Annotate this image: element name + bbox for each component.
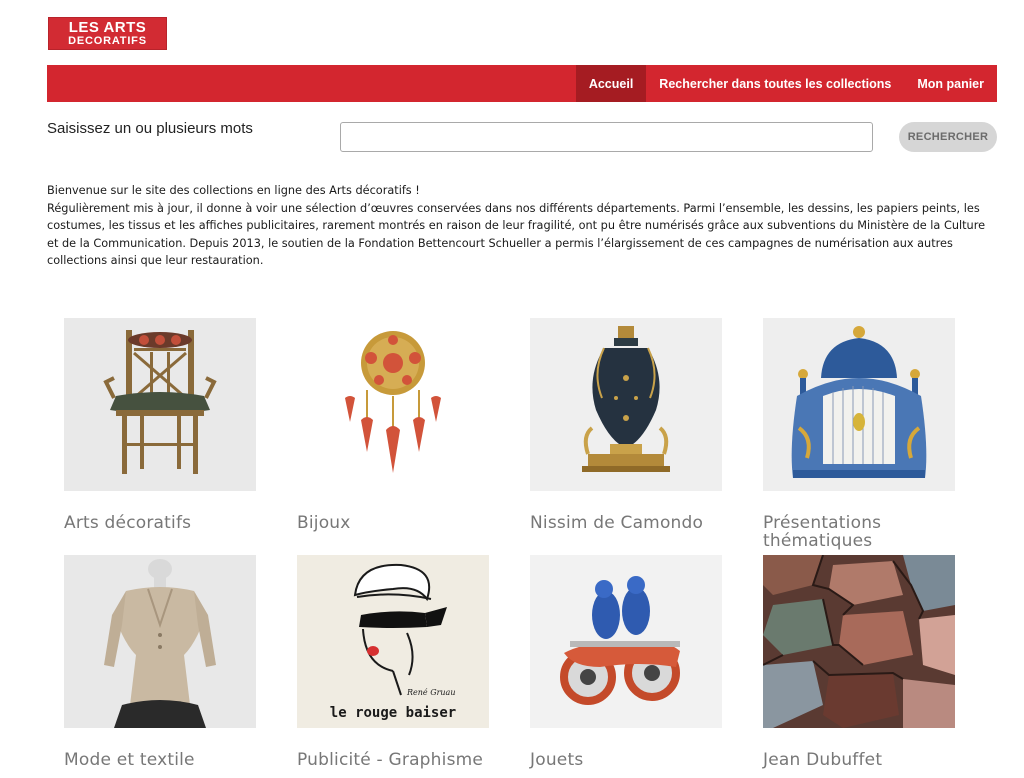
chair-image <box>64 318 256 491</box>
collection-title: Jouets <box>530 750 584 770</box>
nav-item-cart[interactable]: Mon panier <box>904 65 997 102</box>
collection-card-nissim-de-camondo[interactable]: Nissim de Camondo <box>530 318 730 558</box>
jacket-image <box>64 555 256 728</box>
collection-title: Bijoux <box>297 513 351 533</box>
painting-image <box>763 555 955 728</box>
nav-item-search-collections[interactable]: Rechercher dans toutes les collections <box>646 65 904 102</box>
collection-card-presentations-thematiques[interactable]: Présentations thématiques <box>763 318 963 558</box>
collection-card-mode-et-textile[interactable]: Mode et textile <box>64 555 264 778</box>
search-input[interactable] <box>340 122 873 152</box>
vase-image <box>530 318 722 491</box>
poster-signature: René Gruau <box>406 688 455 697</box>
brooch-image <box>297 318 489 491</box>
poster-title: le rouge baiser <box>330 705 456 721</box>
collection-card-jouets[interactable]: Jouets <box>530 555 730 778</box>
collection-card-jean-dubuffet[interactable]: Jean Dubuffet <box>763 555 963 778</box>
collection-card-arts-decoratifs[interactable]: Arts décoratifs <box>64 318 264 558</box>
collection-title: Mode et textile <box>64 750 195 770</box>
search-label: Saisissez un ou plusieurs mots <box>47 120 253 137</box>
main-navbar: Accueil Rechercher dans toutes les colle… <box>47 65 997 102</box>
poster-image: le rouge baiser René Gruau <box>297 555 489 728</box>
search-button[interactable]: RECHERCHER <box>899 122 997 152</box>
logo[interactable]: LES ARTS DECORATIFS <box>48 17 167 50</box>
intro-description: Régulièrement mis à jour, il donne à voi… <box>47 201 986 268</box>
collection-title: Arts décoratifs <box>64 513 192 533</box>
collection-title: Présentations thématiques <box>763 513 882 551</box>
collection-title: Nissim de Camondo <box>530 513 704 533</box>
logo-line-1: LES ARTS <box>68 19 147 36</box>
intro-welcome: Bienvenue sur le site des collections en… <box>47 184 420 197</box>
intro-text: Bienvenue sur le site des collections en… <box>47 182 992 270</box>
logo-line-2: DECORATIFS <box>68 35 147 47</box>
motorcycle-image <box>530 555 722 728</box>
collection-title: Publicité - Graphisme <box>297 750 484 770</box>
collection-card-publicite-graphisme[interactable]: le rouge baiser René Gruau Publicité - G… <box>297 555 497 778</box>
collection-card-bijoux[interactable]: Bijoux <box>297 318 497 558</box>
collection-title: Jean Dubuffet <box>763 750 883 770</box>
birdcage-image <box>763 318 955 491</box>
nav-item-accueil[interactable]: Accueil <box>575 65 647 102</box>
